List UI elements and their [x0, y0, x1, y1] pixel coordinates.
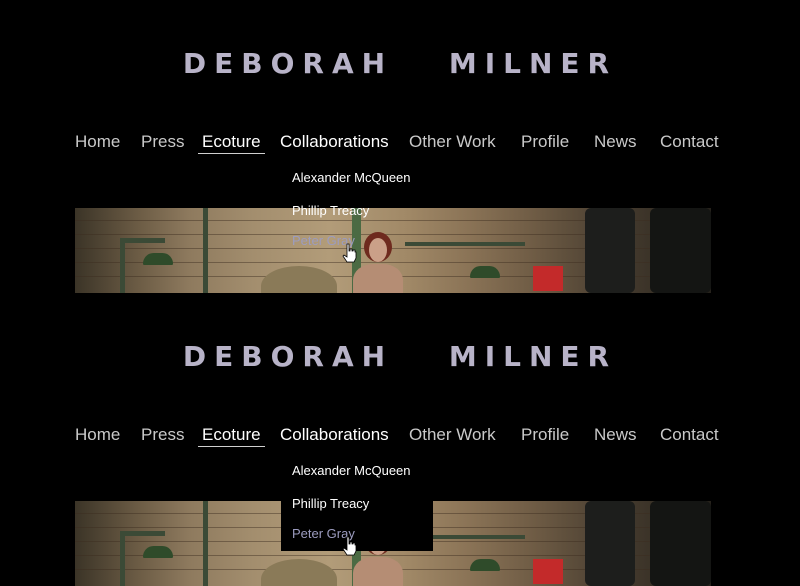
nav-item-ecoture-label: Ecoture [202, 132, 261, 151]
nav-item-other-work[interactable]: Other Work [409, 425, 496, 445]
nav-item-ecoture-label: Ecoture [202, 425, 261, 444]
nav-item-news[interactable]: News [594, 132, 637, 152]
nav-item-contact[interactable]: Contact [660, 425, 719, 445]
nav-item-ecoture[interactable]: Ecoture [198, 425, 265, 447]
nav-item-other-work[interactable]: Other Work [409, 132, 496, 152]
nav-item-profile[interactable]: Profile [521, 132, 569, 152]
nav-item-contact[interactable]: Contact [660, 132, 719, 152]
dropdown-item-alexander-mcqueen[interactable]: Alexander McQueen [292, 170, 411, 185]
dropdown-item-phillip-treacy[interactable]: Phillip Treacy [292, 203, 369, 218]
nav-item-collaborations[interactable]: Collaborations [280, 425, 389, 445]
nav-item-collaborations[interactable]: Collaborations [280, 132, 389, 152]
site-title[interactable]: DEBORAH MILNER [0, 340, 800, 373]
hand-cursor-icon [342, 243, 357, 263]
screenshot-frame-bottom: DEBORAH MILNER Home Press Ecoture Collab… [0, 293, 800, 586]
nav-item-home[interactable]: Home [75, 132, 120, 152]
nav-item-press[interactable]: Press [141, 425, 184, 445]
active-underline [198, 446, 265, 447]
nav-item-news[interactable]: News [594, 425, 637, 445]
dropdown-item-alexander-mcqueen[interactable]: Alexander McQueen [292, 463, 411, 478]
active-underline [198, 153, 265, 154]
site-title[interactable]: DEBORAH MILNER [0, 47, 800, 80]
dropdown-item-phillip-treacy[interactable]: Phillip Treacy [292, 496, 369, 511]
screenshot-frame-top: DEBORAH MILNER Home Press Ecoture Collab… [0, 0, 800, 293]
nav-item-home[interactable]: Home [75, 425, 120, 445]
nav-item-profile[interactable]: Profile [521, 425, 569, 445]
nav-item-press[interactable]: Press [141, 132, 184, 152]
hand-cursor-icon [342, 536, 357, 556]
nav-item-ecoture[interactable]: Ecoture [198, 132, 265, 154]
